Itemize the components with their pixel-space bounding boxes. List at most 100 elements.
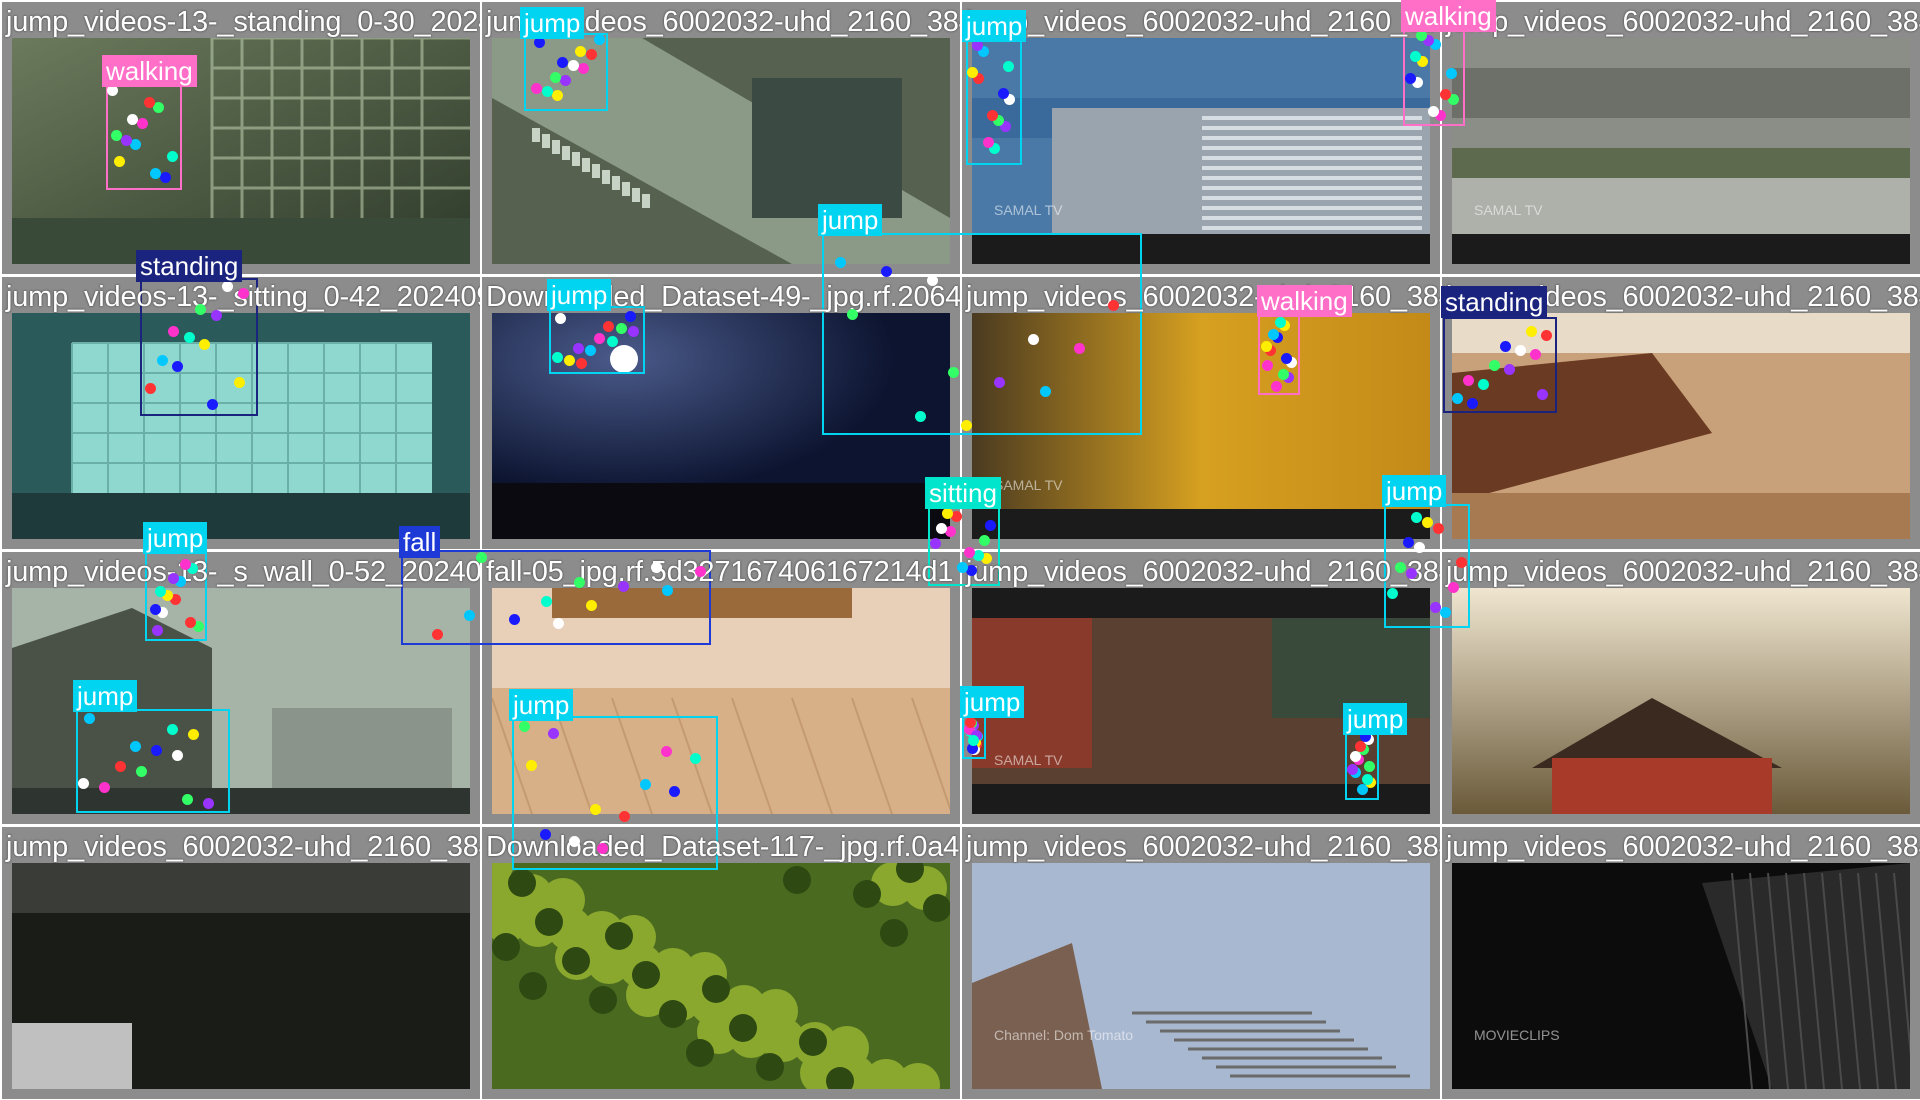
keypoint-dot — [1500, 340, 1511, 352]
class-label: standing — [1441, 286, 1548, 318]
keypoint-dot — [78, 777, 90, 789]
keypoint-dot — [1429, 601, 1441, 613]
keypoint-dot — [172, 360, 184, 372]
keypoint-dot — [237, 287, 249, 299]
image-filename: fall-05_jpg.rf.5d327167406167214d1 — [486, 556, 954, 588]
keypoint-dot — [942, 507, 954, 519]
keypoint-dot — [1456, 556, 1468, 568]
keypoint-dot — [1028, 333, 1040, 345]
keypoint-dot — [881, 265, 893, 277]
image-filename: jump_videos_6002032-uhd_2160_3840_30fps — [1446, 556, 1920, 588]
keypoint-dot — [606, 335, 618, 347]
keypoint-dot — [84, 712, 95, 724]
keypoint-dot — [560, 74, 571, 86]
keypoint-dot — [136, 118, 148, 130]
keypoint-dot — [541, 595, 553, 607]
keypoint-dot — [603, 320, 615, 332]
keypoint-dot — [963, 546, 975, 558]
class-label: jump — [960, 686, 1025, 718]
class-label: walking — [102, 55, 197, 87]
detection-tile[interactable]: Channel: Dom Tomato jump_videos_6002032-u… — [962, 827, 1440, 1099]
keypoint-dot — [563, 355, 575, 367]
keypoint-dot — [552, 89, 564, 101]
keypoint-dot — [929, 538, 941, 550]
keypoint-dot — [551, 352, 563, 364]
frame-image — [1452, 863, 1910, 1089]
keypoint-dot — [539, 829, 551, 840]
image-filename: jump_videos_6002032-uhd_2160_3840_30fps — [1446, 831, 1920, 863]
keypoint-dot — [593, 34, 605, 45]
class-label: jump — [1343, 703, 1408, 735]
video-frame — [12, 863, 470, 1089]
keypoint-dot — [180, 558, 192, 570]
video-frame — [1452, 863, 1910, 1089]
keypoint-dot — [1515, 345, 1526, 357]
frame-image — [972, 38, 1430, 264]
keypoint-dot — [573, 576, 585, 588]
keypoint-dot — [1432, 522, 1444, 534]
detection-tile[interactable]: jump_videos_6002032-uhd_2160_3840_30fps — [1442, 552, 1920, 824]
keypoint-dot — [149, 603, 161, 615]
keypoint-dot — [182, 793, 193, 805]
keypoint-dot — [624, 310, 636, 322]
keypoint-dot — [130, 740, 142, 752]
video-frame — [1452, 38, 1910, 264]
keypoint-dot — [187, 728, 199, 740]
video-frame — [492, 863, 950, 1089]
image-filename: jump_videos-13-_standing_0-30_20240924_j… — [6, 6, 480, 38]
keypoint-dot — [568, 836, 580, 847]
watermark-text: SAMAL TV — [994, 752, 1063, 768]
keypoint-dot — [978, 534, 990, 546]
frame-image — [1452, 588, 1910, 814]
detection-tile[interactable]: MOVIECLIPS jump_videos_6002032-uhd_2160_3… — [1442, 827, 1920, 1099]
keypoint-dot — [210, 310, 222, 321]
keypoint-dot — [1002, 61, 1014, 73]
class-label: jump — [520, 7, 585, 39]
image-filename: jump_videos_6002032-uhd_2160_3840_30fps — [966, 6, 1440, 38]
keypoint-dot — [967, 67, 978, 79]
keypoint-dot — [960, 420, 972, 432]
frame-image — [492, 863, 950, 1089]
frame-image — [1452, 38, 1910, 264]
keypoint-dot — [233, 376, 245, 388]
keypoint-dot — [576, 357, 588, 369]
video-frame — [972, 38, 1430, 264]
class-label: fall — [399, 526, 441, 558]
image-filename: jump_videos_6002032-uhd_2160_3840_30fps — [1446, 6, 1920, 38]
image-filename: jump_videos_6002032-uhd_2160_3840_30fps — [6, 831, 480, 863]
keypoint-dot — [1463, 374, 1474, 386]
keypoint-dot — [1467, 397, 1478, 409]
keypoint-dot — [1504, 363, 1515, 375]
class-label: walking — [1257, 285, 1352, 317]
keypoint-dot — [982, 136, 994, 148]
keypoint-dot — [127, 113, 139, 125]
keypoint-dot — [120, 134, 132, 146]
keypoint-dot — [585, 599, 597, 611]
image-filename: Downloaded_Dataset-117-_jpg.rf.0a4195b8 — [486, 831, 960, 863]
keypoint-dot — [985, 519, 997, 531]
keypoint-dot — [914, 410, 926, 422]
image-filename: jump_videos_6002032-uhd_2160_3840_30fps — [966, 831, 1440, 863]
keypoint-dot — [183, 332, 195, 344]
frame-image — [12, 863, 470, 1089]
keypoint-dot — [167, 572, 179, 584]
keypoint-dot — [1404, 72, 1416, 84]
keypoint-dot — [1387, 587, 1399, 599]
keypoint-dot — [567, 60, 579, 72]
bounding-box-jump[interactable] — [822, 233, 1142, 435]
detection-tile[interactable]: SAMAL TV jump_videos_6002032-uhd_2160_384… — [1442, 2, 1920, 274]
detection-tile[interactable]: jump_videos-13-_standing_0-30_20240924_j… — [2, 2, 480, 274]
keypoint-dot — [1410, 511, 1422, 523]
keypoint-dot — [508, 614, 520, 626]
keypoint-dot — [166, 724, 178, 736]
watermark-text: MOVIECLIPS — [1474, 1027, 1560, 1043]
class-label: jump — [509, 689, 574, 721]
keypoint-dot — [1107, 299, 1119, 311]
keypoint-dot — [575, 45, 587, 57]
detection-tile[interactable]: jump_videos_6002032-uhd_2160_3840_30fps — [2, 827, 480, 1099]
class-label: walking — [1401, 0, 1496, 32]
keypoint-dot — [1073, 343, 1085, 355]
keypoint-dot — [1267, 328, 1279, 340]
keypoint-dot — [585, 48, 597, 60]
keypoint-dot — [151, 624, 163, 636]
